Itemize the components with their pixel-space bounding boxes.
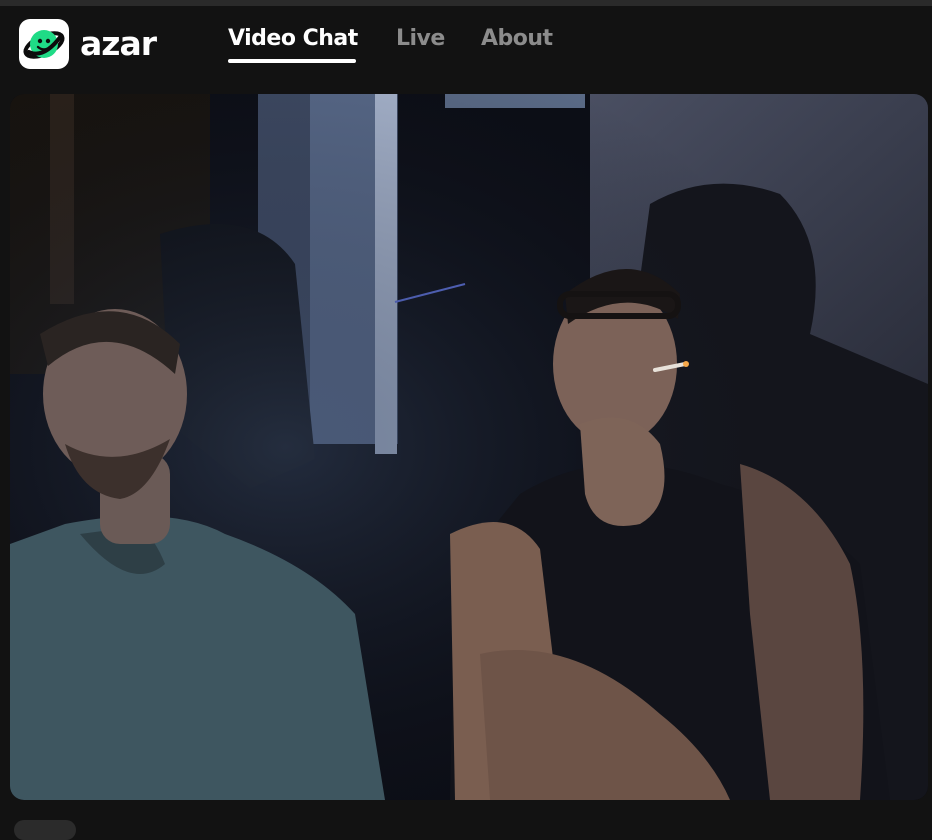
- svg-text:azar: azar: [80, 24, 158, 63]
- nav-live[interactable]: Live: [396, 26, 445, 51]
- azar-logo-graphic: [23, 30, 65, 59]
- remote-video-stream[interactable]: [10, 94, 928, 800]
- active-tab-indicator: [228, 59, 356, 63]
- site-header: azar Video Chat Live About: [0, 6, 932, 86]
- video-feed-image: [10, 94, 928, 800]
- azar-wordmark[interactable]: azar: [80, 22, 180, 64]
- nav-about[interactable]: About: [481, 26, 553, 51]
- azar-logo-icon[interactable]: [19, 19, 69, 69]
- nav-video-chat[interactable]: Video Chat: [228, 26, 358, 51]
- bottom-control-pill[interactable]: [14, 820, 76, 840]
